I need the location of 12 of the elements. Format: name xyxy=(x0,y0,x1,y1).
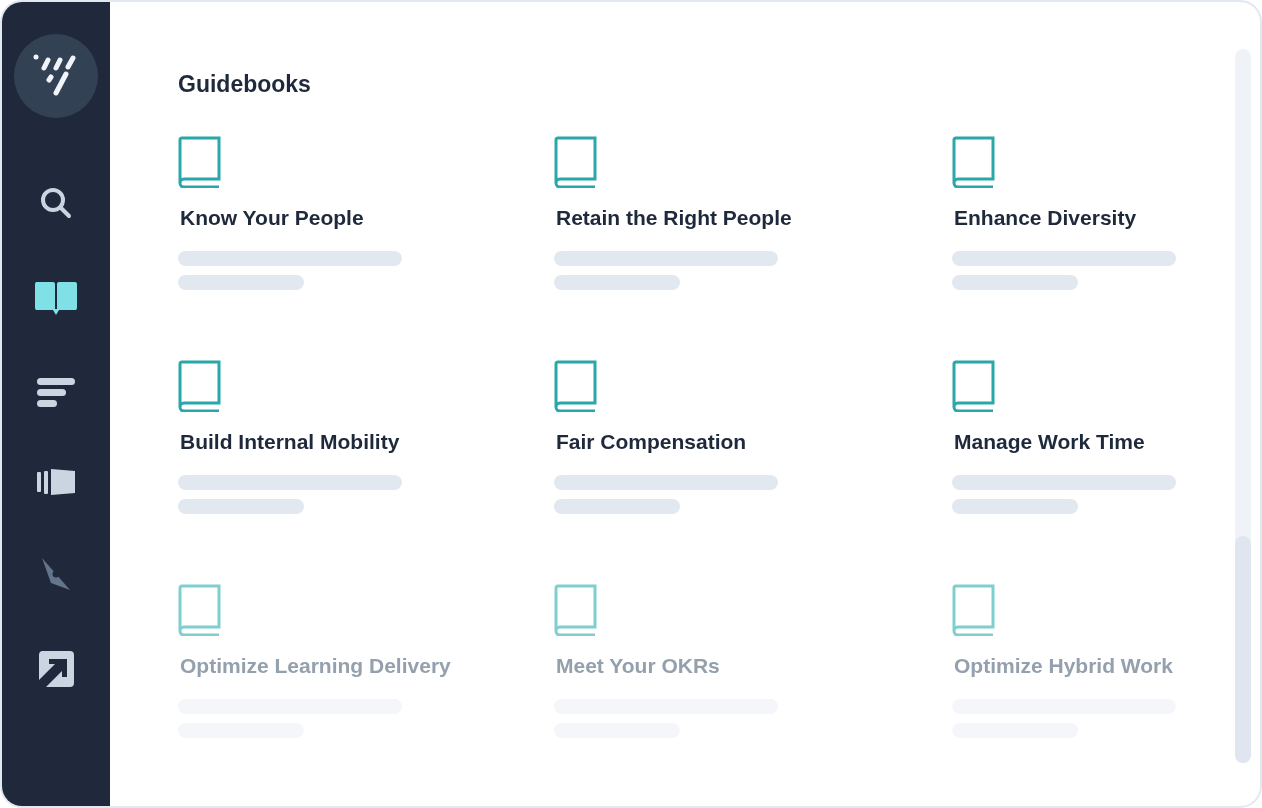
guidebook-title[interactable]: Build Internal Mobility xyxy=(180,428,400,456)
scrollbar-thumb[interactable] xyxy=(1235,536,1251,763)
export-arrow-icon[interactable] xyxy=(37,650,75,688)
guidebook-title[interactable]: Manage Work Time xyxy=(954,428,1145,456)
guidebook-title[interactable]: Enhance Diversity xyxy=(954,204,1137,232)
guidebook-title[interactable]: Retain the Right People xyxy=(556,204,792,232)
bars-icon[interactable] xyxy=(36,377,76,409)
guidebook-title[interactable]: Know Your People xyxy=(180,204,364,232)
page-heading: Guidebooks xyxy=(178,70,312,99)
stacked-panels-icon[interactable] xyxy=(36,468,76,498)
guidebook-title[interactable]: Fair Compensation xyxy=(556,428,747,456)
search-icon[interactable] xyxy=(38,185,74,221)
